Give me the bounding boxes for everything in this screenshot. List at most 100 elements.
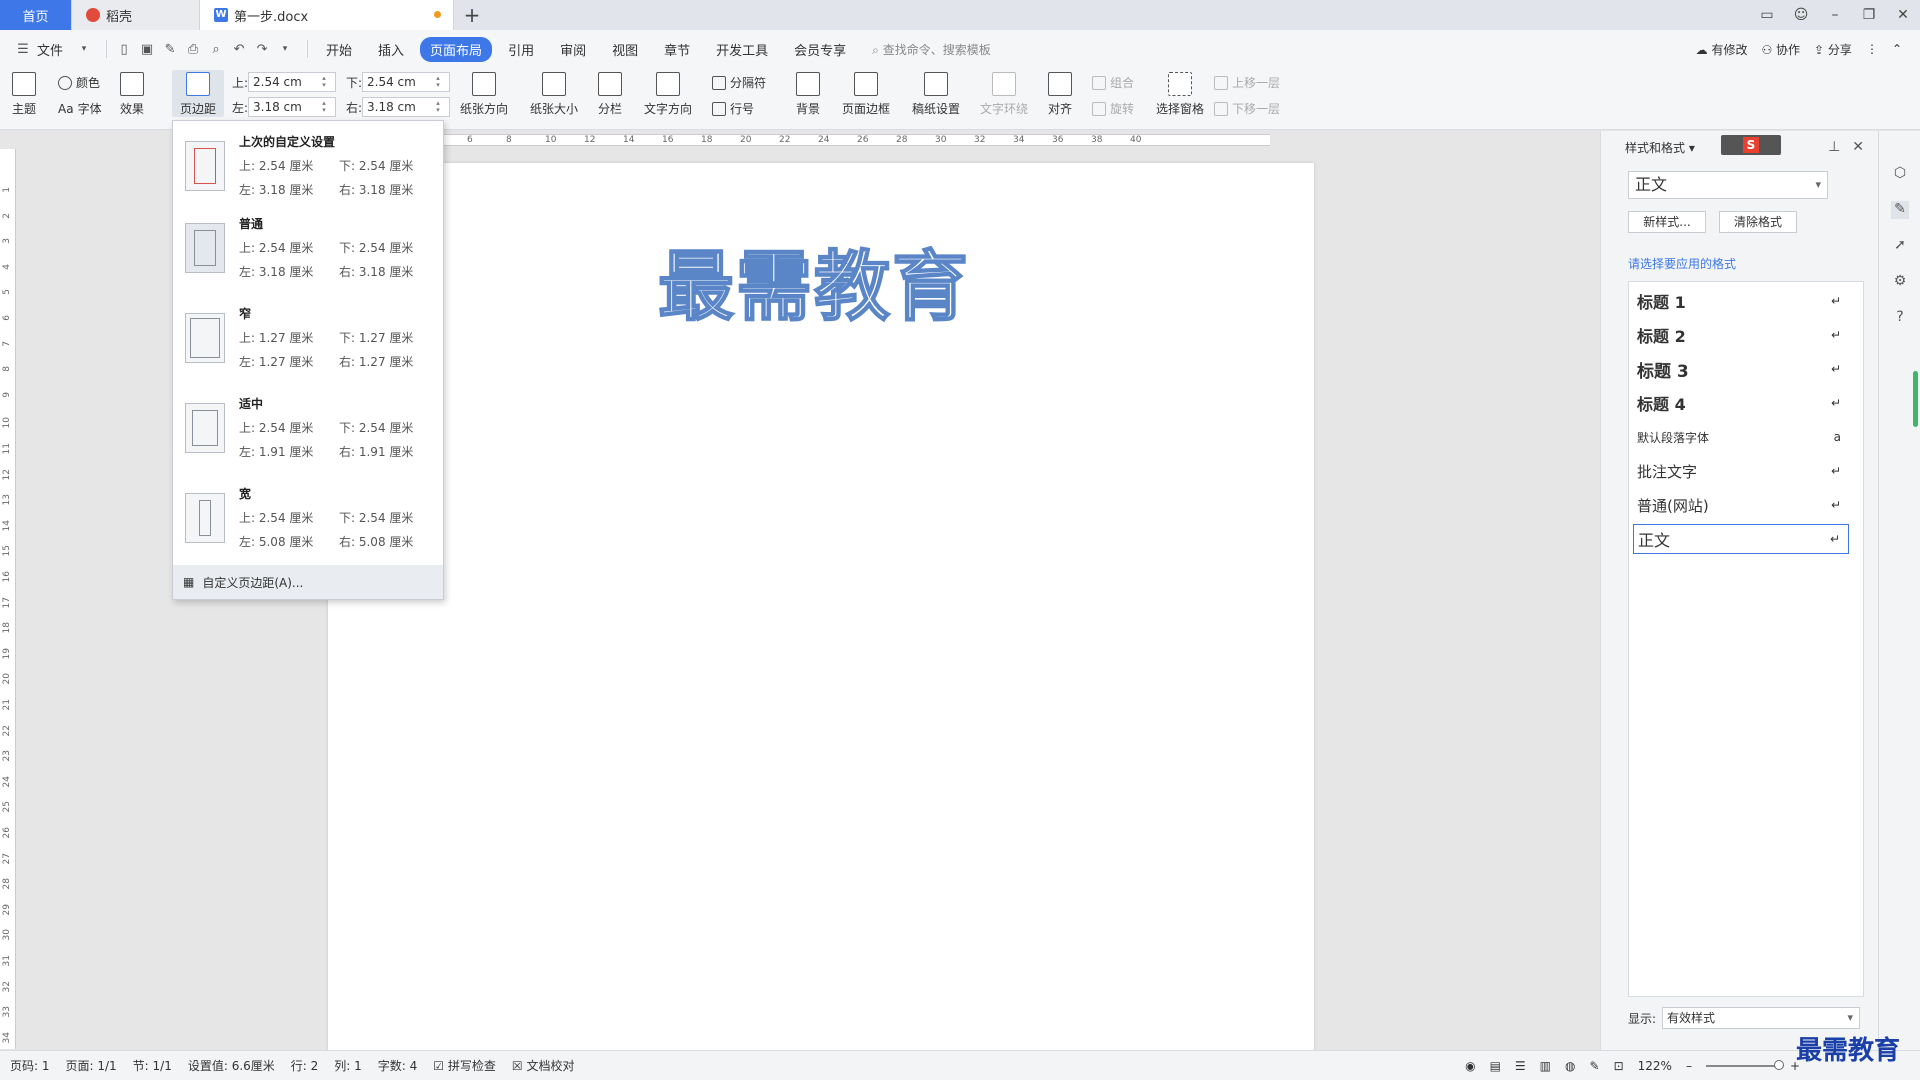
theme-button[interactable]: 主题 bbox=[12, 72, 36, 117]
menu-page-layout[interactable]: 页面布局 bbox=[420, 36, 493, 62]
undo-icon[interactable]: ↶ bbox=[230, 42, 248, 57]
status-pages[interactable]: 页面: 1/1 bbox=[66, 1057, 117, 1074]
scroll-indicator[interactable] bbox=[1913, 371, 1918, 427]
style-item[interactable]: 标题 2 ↵ bbox=[1633, 320, 1849, 350]
status-section[interactable]: 节: 1/1 bbox=[133, 1057, 172, 1074]
page-border-button[interactable]: 页面边框 bbox=[842, 72, 890, 117]
adjust-icon[interactable]: ⚙ bbox=[1891, 273, 1909, 291]
print-icon[interactable]: ⎙ bbox=[184, 42, 202, 57]
clear-format-button[interactable]: 清除格式 bbox=[1719, 211, 1797, 233]
spell-check-button[interactable]: ☑ 拼写检查 bbox=[433, 1057, 496, 1074]
cursor-icon[interactable]: ➚ bbox=[1891, 237, 1909, 255]
zoom-slider-thumb[interactable] bbox=[1773, 1059, 1784, 1070]
style-item[interactable]: 标题 1 ↵ bbox=[1633, 286, 1849, 316]
margin-option[interactable]: 适中 上: 2.54 厘米 下: 2.54 厘米 左: 1.91 厘米 右: 1.91 … bbox=[177, 387, 439, 473]
bottom-margin-field[interactable]: 下: 2.54 cm bbox=[346, 72, 450, 92]
menu-member[interactable]: 会员专享 bbox=[784, 37, 856, 62]
menu-file[interactable]: 文件 bbox=[37, 37, 73, 62]
restore-button[interactable]: ❐ bbox=[1852, 7, 1886, 23]
collaborate-button[interactable]: ⚇ 协作 bbox=[1761, 41, 1800, 58]
color-button[interactable]: 颜色 bbox=[58, 74, 100, 91]
margin-option[interactable]: 上次的自定义设置 上: 2.54 厘米 下: 2.54 厘米 左: 3.18 厘米 右:… bbox=[177, 125, 439, 211]
separator-button[interactable]: 分隔符 bbox=[712, 74, 766, 91]
close-button[interactable]: ✕ bbox=[1886, 7, 1920, 23]
style-item[interactable]: 标题 4 ↵ bbox=[1633, 388, 1849, 418]
minimize-button[interactable]: – bbox=[1818, 7, 1852, 23]
columns-button[interactable]: 分栏 bbox=[598, 72, 622, 117]
menu-chapter[interactable]: 章节 bbox=[654, 37, 700, 62]
margin-button[interactable]: 页边距 bbox=[172, 70, 224, 117]
line-number-button[interactable]: 行号 bbox=[712, 100, 754, 117]
bottom-margin-input[interactable]: 2.54 cm bbox=[362, 72, 450, 92]
right-margin-input[interactable]: 3.18 cm bbox=[362, 97, 450, 117]
page-view-icon[interactable]: ▤ bbox=[1490, 1059, 1501, 1073]
status-setting[interactable]: 设置值: 6.6厘米 bbox=[188, 1057, 275, 1074]
menu-review[interactable]: 审阅 bbox=[550, 37, 596, 62]
style-item[interactable]: 普通(网站) ↵ bbox=[1633, 490, 1849, 520]
style-item[interactable]: 标题 3 ↵ bbox=[1633, 354, 1849, 384]
command-search[interactable]: ⌕ 查找命令、搜索模板 bbox=[872, 41, 991, 58]
format-painter-icon[interactable]: ✎ bbox=[161, 42, 179, 57]
vertical-ruler[interactable]: 1 2 3 4 5 6 7 8 9 10 11 12 13 14 15 16 17 18 19 20 21 22 23 24 2… bbox=[0, 149, 16, 1049]
print-preview-icon[interactable]: ⌕ bbox=[207, 42, 225, 57]
style-pen-icon[interactable]: ✎ bbox=[1891, 201, 1909, 219]
share-button[interactable]: ⇪ 分享 bbox=[1814, 41, 1852, 58]
fit-icon[interactable]: ⊡ bbox=[1614, 1059, 1624, 1073]
align-button[interactable]: 对齐 bbox=[1048, 72, 1072, 117]
bring-forward-button[interactable]: 上移一层 bbox=[1214, 74, 1280, 91]
menu-insert[interactable]: 插入 bbox=[368, 37, 414, 62]
effect-button[interactable]: 效果 bbox=[120, 72, 144, 117]
document-page[interactable]: 最需教育 bbox=[328, 163, 1314, 1063]
shape-icon[interactable]: ⬡ bbox=[1891, 165, 1909, 183]
background-button[interactable]: 背景 bbox=[796, 72, 820, 117]
help-icon[interactable]: ? bbox=[1891, 309, 1909, 327]
paper-size-button[interactable]: 纸张大小 bbox=[530, 72, 578, 117]
avatar[interactable]: ☺ bbox=[1784, 7, 1818, 23]
group-button[interactable]: 组合 bbox=[1092, 74, 1134, 91]
new-doc-icon[interactable]: ▯ bbox=[115, 42, 133, 57]
status-column[interactable]: 列: 1 bbox=[334, 1057, 362, 1074]
font-button[interactable]: Aa 字体 bbox=[58, 100, 102, 117]
menu-developer[interactable]: 开发工具 bbox=[706, 37, 778, 62]
menu-start[interactable]: 开始 bbox=[316, 37, 362, 62]
status-page-number[interactable]: 页码: 1 bbox=[10, 1057, 50, 1074]
rotate-button[interactable]: 旋转 bbox=[1092, 100, 1134, 117]
layout-icon[interactable]: ▭ bbox=[1750, 7, 1784, 23]
pen-view-icon[interactable]: ✎ bbox=[1590, 1059, 1600, 1073]
hamburger-icon[interactable]: ☰ bbox=[14, 42, 32, 57]
selection-pane-button[interactable]: 选择窗格 bbox=[1156, 72, 1204, 117]
tab-document[interactable]: W 第一步.docx bbox=[200, 0, 454, 30]
proof-button[interactable]: ☒ 文档校对 bbox=[512, 1057, 575, 1074]
current-style-select[interactable]: 正文 bbox=[1628, 171, 1828, 199]
redo-icon[interactable]: ↷ bbox=[253, 42, 271, 57]
close-pane-icon[interactable]: ✕ bbox=[1852, 139, 1864, 155]
status-line[interactable]: 行: 2 bbox=[291, 1057, 319, 1074]
style-pane-title[interactable]: 样式和格式 ▾ bbox=[1625, 139, 1695, 156]
orientation-button[interactable]: 纸张方向 bbox=[460, 72, 508, 117]
text-direction-button[interactable]: 文字方向 bbox=[644, 72, 692, 117]
tab-daoke[interactable]: 稻壳 bbox=[72, 0, 200, 30]
wordart-text[interactable]: 最需教育 bbox=[657, 225, 970, 335]
save-icon[interactable]: ▣ bbox=[138, 42, 156, 57]
new-tab-button[interactable]: + bbox=[454, 0, 490, 30]
left-margin-field[interactable]: 左: 3.18 cm bbox=[232, 97, 336, 117]
customize-icon[interactable]: ▾ bbox=[276, 44, 294, 54]
zoom-level[interactable]: 122% bbox=[1638, 1059, 1672, 1073]
zoom-out-button[interactable]: – bbox=[1686, 1059, 1692, 1073]
text-wrap-button[interactable]: 文字环绕 bbox=[980, 72, 1028, 117]
custom-margin-button[interactable]: ▦ 自定义页边距(A)... bbox=[173, 565, 443, 599]
style-item[interactable]: 批注文字 ↵ bbox=[1633, 456, 1849, 486]
web-view-icon[interactable]: ◍ bbox=[1565, 1059, 1575, 1073]
top-margin-input[interactable]: 2.54 cm bbox=[248, 72, 336, 92]
style-item[interactable]: 正文 ↵ bbox=[1633, 524, 1849, 554]
show-select[interactable]: 有效样式 bbox=[1662, 1007, 1861, 1029]
margin-option[interactable]: 宽上: 2.54 厘米 下: 2.54 厘米 左: 5.08 厘米 右: 5.08 厘… bbox=[177, 477, 439, 563]
modified-button[interactable]: ☁ 有修改 bbox=[1696, 41, 1748, 58]
outline-view-icon[interactable]: ☰ bbox=[1515, 1059, 1526, 1073]
style-item[interactable]: 默认段落字体 a bbox=[1633, 422, 1849, 452]
left-margin-input[interactable]: 3.18 cm bbox=[248, 97, 336, 117]
manuscript-button[interactable]: 稿纸设置 bbox=[912, 72, 960, 117]
menu-references[interactable]: 引用 bbox=[498, 37, 544, 62]
tab-home[interactable]: 首页 bbox=[0, 0, 72, 30]
more-icon[interactable]: ⋮ bbox=[1866, 42, 1878, 56]
